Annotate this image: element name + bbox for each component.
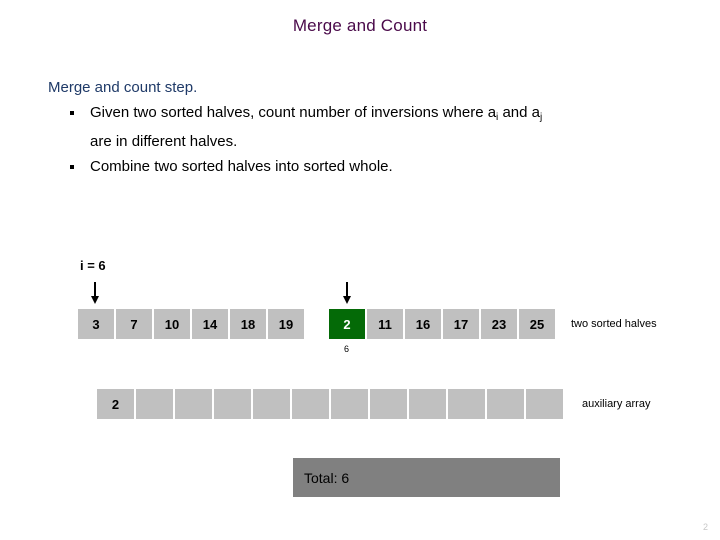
array-cell [292, 389, 329, 419]
list-item: Given two sorted halves, count number of… [70, 101, 688, 154]
array-cell [448, 389, 485, 419]
array-cell: 17 [443, 309, 479, 339]
bullet-text-line-2: are in different halves. [90, 133, 238, 150]
step-heading: Merge and count step. [48, 79, 198, 96]
bullet-text-part-1: Combine two sorted halves into sorted wh… [90, 158, 393, 175]
array-cell [409, 389, 446, 419]
bullet-list: Given two sorted halves, count number of… [48, 101, 688, 179]
body-text-block: Merge and count step. Given two sorted h… [48, 78, 688, 180]
total-text: Total: 6 [304, 469, 350, 486]
array-cell [331, 389, 368, 419]
array-cell: 11 [367, 309, 403, 339]
array-auxiliary: 2 [97, 389, 565, 419]
array-cell [136, 389, 173, 419]
pointer-label-i: i = 6 [80, 258, 106, 273]
bullet-text-part-2: and a [498, 104, 540, 121]
array-cell: 19 [268, 309, 304, 339]
array-cell: 3 [78, 309, 114, 339]
array-cell [175, 389, 212, 419]
array-cell: 25 [519, 309, 555, 339]
array-cell: 7 [116, 309, 152, 339]
array-cell [214, 389, 251, 419]
array-cell [487, 389, 524, 419]
total-bar: Total: 6 [293, 458, 560, 497]
bullet-text-part-1: Given two sorted halves, count number of… [90, 104, 497, 121]
array-cell [370, 389, 407, 419]
page-number: 2 [702, 522, 708, 532]
array-cell: 2 [97, 389, 134, 419]
arrow-down-icon-i [91, 282, 99, 304]
array-cell [526, 389, 563, 419]
label-two-sorted-halves: two sorted halves [571, 318, 657, 330]
inversion-count-below-cell: 6 [344, 344, 350, 354]
label-auxiliary-array: auxiliary array [582, 398, 651, 410]
array-right-half: 2 11 16 17 23 25 [329, 309, 557, 339]
bullet-square-icon [70, 165, 74, 169]
page-title: Merge and Count [292, 16, 428, 35]
array-cell: 16 [405, 309, 441, 339]
list-item: Combine two sorted halves into sorted wh… [70, 155, 688, 179]
array-cell: 23 [481, 309, 517, 339]
array-cell [253, 389, 290, 419]
array-cell: 2 [329, 309, 365, 339]
array-cell: 14 [192, 309, 228, 339]
array-left-half: 3 7 10 14 18 19 [78, 309, 306, 339]
subscript-j: j [540, 112, 543, 123]
arrow-down-icon-j [343, 282, 351, 304]
array-cell: 10 [154, 309, 190, 339]
array-cell: 18 [230, 309, 266, 339]
bullet-square-icon [70, 111, 74, 115]
